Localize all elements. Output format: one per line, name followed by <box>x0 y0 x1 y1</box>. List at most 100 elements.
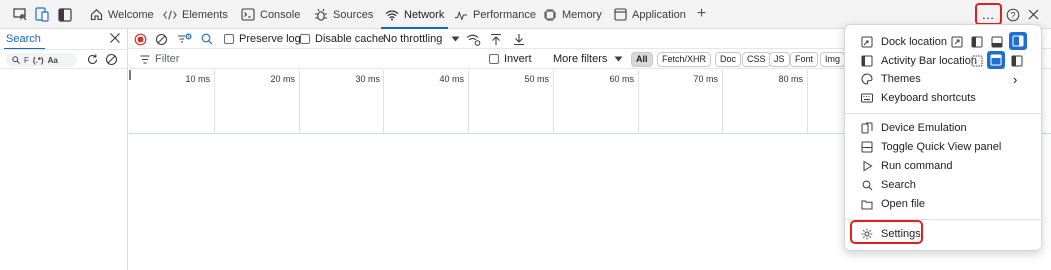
activity-bar-left-icon[interactable] <box>1009 53 1025 69</box>
tab-network[interactable]: Network <box>380 0 449 29</box>
app-window-icon <box>613 8 627 22</box>
add-tab-button[interactable]: + <box>693 5 710 22</box>
tab-label: Network <box>404 8 445 21</box>
search-network-icon[interactable] <box>201 29 213 49</box>
dock-right-icon[interactable] <box>1009 32 1027 50</box>
search-tab[interactable]: Search <box>4 33 45 50</box>
clear-log-icon[interactable] <box>155 29 168 49</box>
menu-item-keyboard-shortcuts[interactable]: Keyboard shortcuts <box>845 89 1041 107</box>
tab-application[interactable]: Application <box>613 0 686 29</box>
menu-item-run-command[interactable]: Run command <box>845 157 1041 175</box>
tab-performance[interactable]: Performance <box>454 0 536 29</box>
inspect-element-icon[interactable] <box>12 6 29 23</box>
more-filters-label: More filters <box>553 53 608 65</box>
home-icon <box>89 8 103 22</box>
tab-console[interactable]: Console <box>241 0 300 29</box>
menu-item-open-file[interactable]: Open file <box>845 195 1041 213</box>
svg-text:?: ? <box>1010 10 1015 20</box>
chip-img[interactable]: Img <box>820 52 846 67</box>
disable-cache-label: Disable cache <box>315 33 385 45</box>
record-icon[interactable] <box>134 29 147 49</box>
palette-icon <box>861 73 873 85</box>
tab-welcome[interactable]: Welcome <box>89 0 154 29</box>
chip-js[interactable]: JS <box>769 52 790 67</box>
refresh-icon[interactable] <box>86 53 99 66</box>
menu-label: Dock location <box>881 36 948 48</box>
menu-label: Search <box>881 179 916 191</box>
keyboard-icon <box>861 92 873 104</box>
menu-label: Keyboard shortcuts <box>881 92 976 104</box>
export-har-icon[interactable] <box>513 29 525 49</box>
activity-bar-icon <box>861 55 873 67</box>
search-query: F <box>24 55 29 65</box>
menu-item-themes[interactable]: Themes › <box>845 70 1041 88</box>
close-devtools-icon[interactable] <box>1025 6 1042 23</box>
bug-icon <box>314 8 328 22</box>
gridline <box>807 70 808 134</box>
close-search-icon[interactable] <box>109 32 121 44</box>
memory-chip-icon <box>543 8 557 22</box>
search-icon <box>861 179 873 191</box>
dock-bottom-icon[interactable] <box>989 34 1005 50</box>
submenu-arrow-icon: › <box>1013 71 1018 87</box>
chip-css[interactable]: CSS <box>742 52 771 67</box>
quick-view-icon <box>861 141 873 153</box>
filter-toggle-icon[interactable] <box>177 29 192 49</box>
tab-memory[interactable]: Memory <box>543 0 602 29</box>
tab-label: Performance <box>473 8 536 21</box>
activity-bar-top-icon[interactable] <box>969 53 985 69</box>
tab-label: Console <box>260 8 301 21</box>
chip-fetch-xhr[interactable]: Fetch/XHR <box>657 52 712 67</box>
checkbox-box <box>300 34 310 44</box>
tab-label: Welcome <box>108 8 154 21</box>
time-tick-label: 30 ms <box>355 74 380 84</box>
time-tick-label: 10 ms <box>185 74 210 84</box>
menu-separator <box>845 113 1041 114</box>
disable-cache-checkbox[interactable]: Disable cache <box>300 29 384 49</box>
toggle-sidebar-icon[interactable] <box>56 6 73 23</box>
more-tools-button[interactable]: … <box>975 3 1002 25</box>
network-conditions-icon[interactable] <box>466 29 481 49</box>
menu-label: Device Emulation <box>881 122 967 134</box>
timeline-left-handle[interactable] <box>129 70 131 80</box>
performance-icon <box>454 8 468 22</box>
time-tick-label: 60 ms <box>609 74 634 84</box>
chip-all[interactable]: All <box>631 52 653 67</box>
search-icon <box>12 56 20 64</box>
undock-option-icon[interactable] <box>949 34 965 50</box>
search-controls: F (.*) Aa <box>0 49 127 69</box>
chip-doc[interactable]: Doc <box>715 52 742 67</box>
gridline <box>214 70 215 134</box>
preserve-log-checkbox[interactable]: Preserve log <box>224 29 301 49</box>
menu-item-search[interactable]: Search <box>845 176 1041 194</box>
menu-item-toggle-quick-view[interactable]: Toggle Quick View panel <box>845 138 1041 156</box>
tab-sources[interactable]: Sources <box>314 0 373 29</box>
throttling-value: No throttling <box>383 33 443 45</box>
console-icon <box>241 8 255 22</box>
throttling-select[interactable]: No throttling <box>383 29 460 49</box>
menu-label: Run command <box>881 160 953 172</box>
dock-left-icon[interactable] <box>969 34 985 50</box>
tab-elements[interactable]: Elements <box>163 0 228 29</box>
menu-item-device-emulation[interactable]: Device Emulation <box>845 119 1041 137</box>
menu-label: Themes <box>881 73 921 85</box>
clear-icon[interactable] <box>105 53 118 66</box>
invert-checkbox[interactable]: Invert <box>489 49 532 69</box>
filter-input[interactable]: Filter <box>155 49 179 69</box>
time-tick-label: 80 ms <box>778 74 803 84</box>
activity-bar-side-icon[interactable] <box>987 51 1005 69</box>
more-filters-dropdown[interactable]: More filters <box>553 49 623 69</box>
gridline <box>638 70 639 134</box>
time-tick-label: 20 ms <box>270 74 295 84</box>
chip-font[interactable]: Font <box>790 52 819 67</box>
wifi-icon <box>385 8 399 22</box>
menu-label: Activity Bar location <box>881 55 977 67</box>
device-toolbar-icon[interactable] <box>34 6 51 23</box>
help-icon[interactable]: ? <box>1004 6 1021 23</box>
tab-label: Elements <box>182 8 228 21</box>
import-har-icon[interactable] <box>490 29 502 49</box>
regex-toggle[interactable]: (.*) <box>33 56 44 65</box>
match-case-toggle[interactable]: Aa <box>48 56 58 65</box>
search-input[interactable]: F (.*) Aa <box>6 53 77 67</box>
tab-label: Application <box>632 8 686 21</box>
